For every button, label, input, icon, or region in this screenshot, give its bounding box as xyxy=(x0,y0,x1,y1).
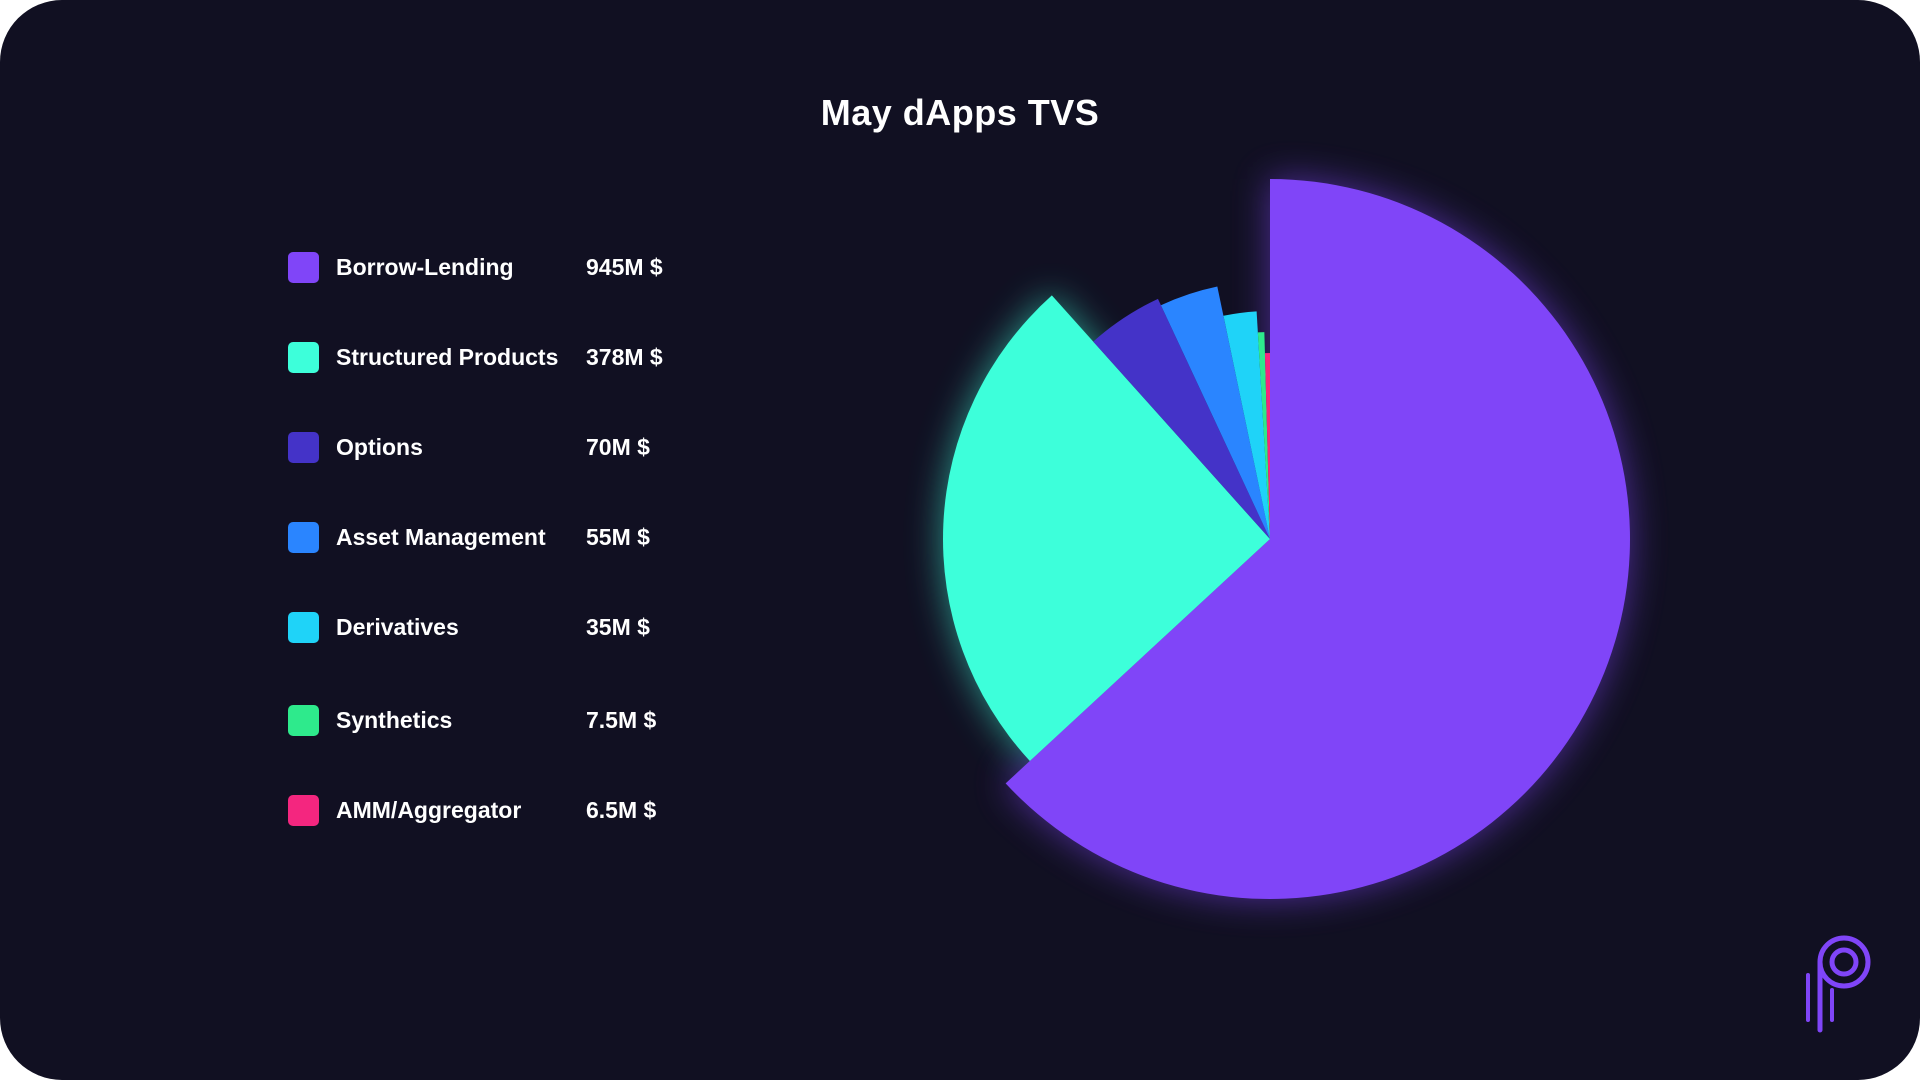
chart-card: May dApps TVS Borrow-Lending 945M $ Stru… xyxy=(0,0,1920,1080)
pie-slices xyxy=(943,179,1630,899)
brand-logo-icon xyxy=(1806,935,1871,1033)
pie-chart xyxy=(943,179,1630,899)
